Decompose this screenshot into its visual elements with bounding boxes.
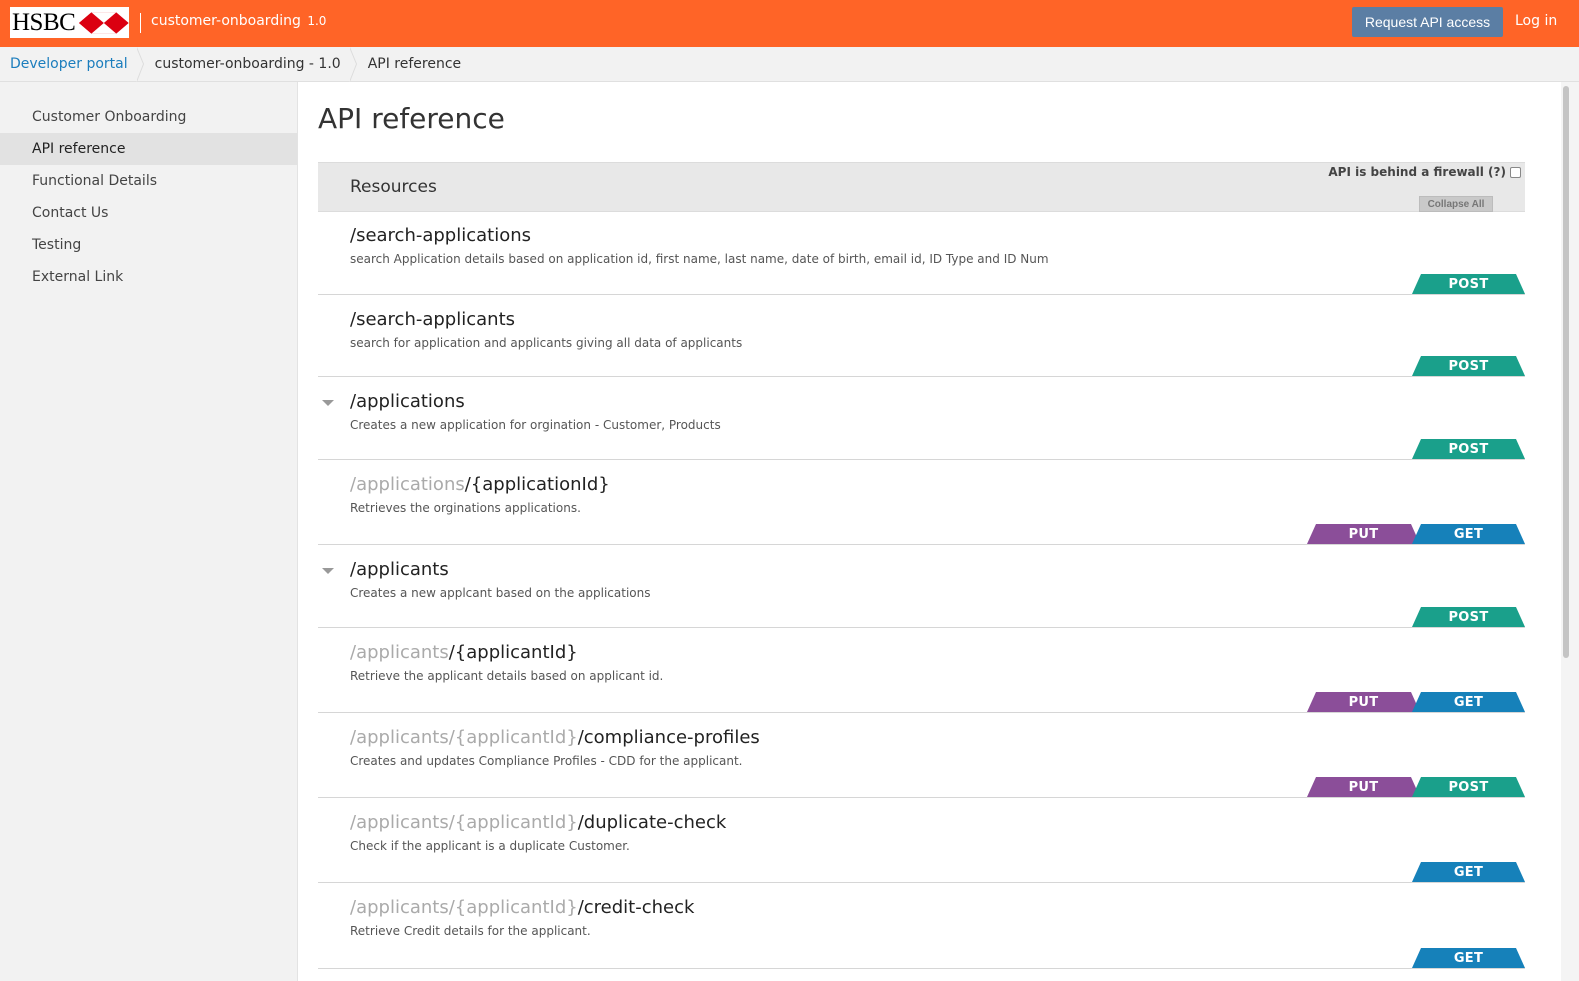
resource-path-parent: /applicants/{applicantId} bbox=[350, 897, 578, 918]
resource-path[interactable]: /applicants/{applicantId}/compliance-pro… bbox=[350, 727, 760, 748]
resource-path-segment: /applicants bbox=[350, 559, 449, 580]
resource-path[interactable]: /applicants/{applicantId}/duplicate-chec… bbox=[350, 812, 726, 833]
resource-description: Check if the applicant is a duplicate Cu… bbox=[350, 839, 630, 853]
app-name-text: customer-onboarding bbox=[151, 13, 301, 29]
resource-row-applications-applicationid[interactable]: /applications/{applicationId} Retrieves t… bbox=[318, 460, 1525, 545]
breadcrumb-developer-portal[interactable]: Developer portal bbox=[0, 47, 137, 82]
resource-row-applicants-applicantid-duplicate-check[interactable]: /applicants/{applicantId}/duplicate-chec… bbox=[318, 798, 1525, 883]
firewall-toggle[interactable]: API is behind a firewall (?) bbox=[1328, 165, 1521, 179]
sidebar-item-customer-onboarding[interactable]: Customer Onboarding bbox=[0, 101, 297, 133]
method-post-button[interactable]: POST bbox=[1412, 607, 1525, 627]
logo-text: HSBC bbox=[12, 9, 76, 36]
method-post-button[interactable]: POST bbox=[1412, 356, 1525, 376]
method-get-button[interactable]: GET bbox=[1412, 692, 1525, 712]
resource-description: Creates a new applcant based on the appl… bbox=[350, 586, 651, 600]
login-link[interactable]: Log in bbox=[1515, 13, 1557, 29]
sidebar-item-api-reference[interactable]: API reference bbox=[0, 133, 297, 165]
page-title: API reference bbox=[318, 102, 505, 135]
resource-path-segment: /compliance-profiles bbox=[577, 727, 760, 748]
resource-description: Retrieve the applicant details based on … bbox=[350, 669, 664, 683]
sidebar-item-functional-details[interactable]: Functional Details bbox=[0, 165, 297, 197]
collapse-all-button[interactable]: Collapse All bbox=[1419, 196, 1493, 212]
resource-row-applicants-applicantid-compliance-profiles[interactable]: /applicants/{applicantId}/compliance-pro… bbox=[318, 713, 1525, 798]
resource-path-segment: /applications bbox=[350, 391, 465, 412]
resource-description: search Application details based on appl… bbox=[350, 252, 1049, 266]
resource-path-segment: /search-applications bbox=[350, 225, 532, 246]
resource-description: search for application and applicants gi… bbox=[350, 336, 743, 350]
header-divider bbox=[140, 13, 141, 33]
method-badges: GET bbox=[1412, 948, 1525, 968]
method-post-button[interactable]: POST bbox=[1412, 439, 1525, 459]
resource-path-segment: /credit-check bbox=[577, 897, 695, 918]
resource-row-applicants[interactable]: /applicants Creates a new applcant based … bbox=[318, 545, 1525, 628]
resource-path[interactable]: /applicants/{applicantId}/credit-check bbox=[350, 897, 694, 918]
app-title[interactable]: customer-onboarding 1.0 bbox=[151, 13, 326, 29]
breadcrumb-api-name[interactable]: customer-onboarding - 1.0 bbox=[145, 47, 350, 82]
method-badges: POST bbox=[1412, 274, 1525, 294]
hexagon-logo-icon bbox=[79, 11, 129, 34]
resource-path-parent: /applicants/{applicantId} bbox=[350, 812, 578, 833]
method-post-button[interactable]: POST bbox=[1412, 274, 1525, 294]
resource-path[interactable]: /search-applicants bbox=[350, 309, 515, 330]
scrollbar-thumb[interactable] bbox=[1563, 86, 1569, 658]
resource-row-search-applicants[interactable]: /search-applicants search for application… bbox=[318, 295, 1525, 377]
firewall-checkbox[interactable] bbox=[1510, 166, 1521, 178]
method-get-button[interactable]: GET bbox=[1412, 862, 1525, 882]
breadcrumb-current: API reference bbox=[367, 56, 462, 72]
sidebar-item-external-link[interactable]: External Link bbox=[0, 261, 297, 293]
top-bar: HSBC customer-onboarding 1.0 Request API… bbox=[0, 0, 1579, 47]
breadcrumb-separator bbox=[135, 46, 145, 82]
method-put-button[interactable]: PUT bbox=[1307, 692, 1420, 712]
resource-path[interactable]: /applicants bbox=[350, 559, 449, 580]
app-version: 1.0 bbox=[307, 14, 327, 28]
method-get-button[interactable]: GET bbox=[1412, 524, 1525, 544]
method-badges: PUT POST bbox=[1307, 777, 1525, 797]
resource-list: /search-applications search Application d… bbox=[318, 212, 1525, 969]
method-put-button[interactable]: PUT bbox=[1307, 524, 1420, 544]
sidebar-item-contact-us[interactable]: Contact Us bbox=[0, 197, 297, 229]
resource-path-parent: /applicants bbox=[350, 642, 449, 663]
method-badges: POST bbox=[1412, 439, 1525, 459]
resources-title: Resources bbox=[350, 177, 437, 197]
resource-path[interactable]: /search-applications bbox=[350, 225, 531, 246]
method-badges: GET bbox=[1412, 862, 1525, 882]
sidebar: Customer Onboarding API reference Functi… bbox=[0, 82, 298, 981]
resource-description: Retrieve Credit details for the applican… bbox=[350, 924, 591, 938]
resource-path-segment: /duplicate-check bbox=[577, 812, 727, 833]
firewall-label: API is behind a firewall (?) bbox=[1328, 165, 1506, 179]
resource-row-applicants-applicantid[interactable]: /applicants/{applicantId} Retrieve the ap… bbox=[318, 628, 1525, 713]
method-badges: POST bbox=[1412, 607, 1525, 627]
resource-path[interactable]: /applicants/{applicantId} bbox=[350, 642, 578, 663]
resource-row-applicants-applicantid-credit-check[interactable]: /applicants/{applicantId}/credit-check Re… bbox=[318, 883, 1525, 969]
resource-path-parent: /applicants/{applicantId} bbox=[350, 727, 578, 748]
method-get-button[interactable]: GET bbox=[1412, 948, 1525, 968]
resource-row-search-applications[interactable]: /search-applications search Application d… bbox=[318, 212, 1525, 295]
resource-description: Creates and updates Compliance Profiles … bbox=[350, 754, 743, 768]
method-post-button[interactable]: POST bbox=[1412, 777, 1525, 797]
sidebar-item-testing[interactable]: Testing bbox=[0, 229, 297, 261]
resource-path-segment: /search-applicants bbox=[350, 309, 516, 330]
breadcrumb: Developer portal customer-onboarding - 1… bbox=[0, 46, 1579, 82]
expand-caret-icon[interactable] bbox=[322, 400, 334, 406]
expand-caret-icon[interactable] bbox=[322, 568, 334, 574]
resource-path-parent: /applications bbox=[350, 474, 465, 495]
breadcrumb-separator bbox=[348, 46, 358, 82]
method-put-button[interactable]: PUT bbox=[1307, 777, 1420, 797]
resource-path[interactable]: /applications/{applicationId} bbox=[350, 474, 610, 495]
method-badges: PUT GET bbox=[1307, 692, 1525, 712]
resource-path-segment: /{applicantId} bbox=[448, 642, 578, 663]
resource-description: Creates a new application for orgination… bbox=[350, 418, 721, 432]
request-api-access-button[interactable]: Request API access bbox=[1352, 7, 1503, 37]
resources-header: Resources API is behind a firewall (?) C… bbox=[318, 162, 1525, 212]
resource-path[interactable]: /applications bbox=[350, 391, 465, 412]
method-badges: POST bbox=[1412, 356, 1525, 376]
resource-row-applications[interactable]: /applications Creates a new application f… bbox=[318, 377, 1525, 460]
main-content: API reference Resources API is behind a … bbox=[318, 82, 1525, 969]
resource-path-segment: /{applicationId} bbox=[464, 474, 610, 495]
resource-description: Retrieves the orginations applications. bbox=[350, 501, 581, 515]
hsbc-logo[interactable]: HSBC bbox=[10, 7, 129, 38]
method-badges: PUT GET bbox=[1307, 524, 1525, 544]
